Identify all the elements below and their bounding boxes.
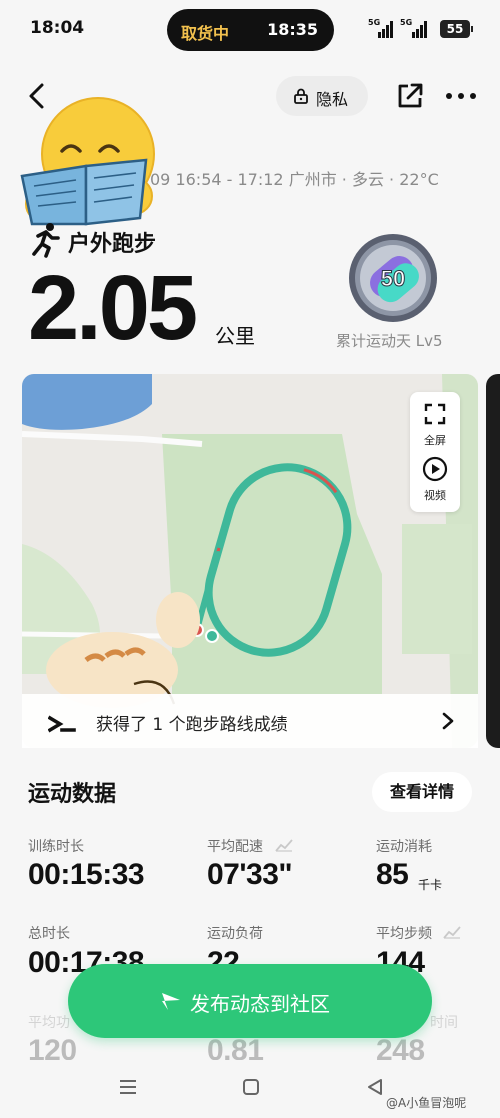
badge-label: 累计运动天 Lv5 [336,332,443,350]
battery-icon: 55 [440,20,473,38]
activity-meta: 09 16:54 - 17:12 广州市 · 多云 · 22°C [150,170,439,189]
fullscreen-label[interactable]: 全屏 [410,432,460,448]
trend-chart-icon[interactable] [275,838,293,852]
stat-value-avg-pace: 07'33" [207,858,293,891]
lock-icon [294,88,308,104]
video-label[interactable]: 视频 [410,487,460,503]
next-card-preview[interactable] [486,374,500,748]
distance-unit: 公里 [215,324,255,348]
running-icon [32,223,60,258]
map-controls: 全屏 视频 [410,392,460,512]
stat-label-avg-power: 平均功 [28,1015,70,1031]
signal-icon: 5G [368,18,394,38]
trend-chart-icon[interactable] [443,925,461,939]
stat-label-time: 时间 [430,1015,458,1031]
section-title: 运动数据 [28,782,117,807]
chevron-right-icon[interactable] [440,711,456,731]
share-icon [398,83,423,108]
route-achievement-text: 获得了 1 个跑步路线成绩 [96,715,288,735]
stat-label-load: 运动负荷 [207,926,263,942]
fullscreen-icon[interactable] [423,402,447,426]
publish-to-community-button[interactable]: 发布动态到社区 [68,964,432,1038]
watermark: @A小鱼冒泡呢 [386,1096,467,1110]
stat-label-calories: 运动消耗 [376,839,432,855]
more-dots-icon [446,93,476,99]
send-icon [162,993,180,1010]
status-time: 18:04 [30,18,85,38]
activity-type: 户外跑步 [68,232,157,257]
view-details-button[interactable]: 查看详情 [372,772,472,812]
reading-emoji-sticker [20,97,155,226]
distance-value: 2.05 [28,257,198,359]
stat-unit-calories: 千卡 [418,878,443,892]
status-bar: 18:04 取货中 18:35 5G 5G 55 [0,0,500,60]
more-button[interactable] [444,84,478,108]
signal-icon-2: 5G [398,18,432,38]
play-video-icon[interactable] [422,456,448,482]
home-icon[interactable] [242,1078,260,1096]
badge-medal-icon[interactable]: 50 [347,232,439,324]
pill-time: 18:35 [267,20,318,39]
privacy-label: 隐私 [316,90,349,109]
back-triangle-icon[interactable] [366,1078,384,1096]
badge-number: 50 [381,266,405,291]
stat-label-cadence: 平均步频 [376,926,432,942]
stat-label-total-duration: 总时长 [28,926,70,942]
live-activity-pill[interactable]: 取货中 18:35 [167,9,334,51]
menu-icon[interactable] [118,1078,138,1096]
share-button[interactable] [394,80,426,112]
stat-value-calories: 85 [376,858,409,891]
stat-value-train-duration: 00:15:33 [28,858,145,891]
stat-label-avg-pace: 平均配速 [207,839,263,855]
route-achievement-banner[interactable]: 获得了 1 个跑步路线成绩 [22,694,478,748]
stat-label-train-duration: 训练时长 [28,839,84,855]
publish-label: 发布动态到社区 [190,992,330,1016]
privacy-button[interactable]: 隐私 [276,76,368,116]
route-logo-icon [48,715,76,733]
pill-label: 取货中 [181,24,230,43]
